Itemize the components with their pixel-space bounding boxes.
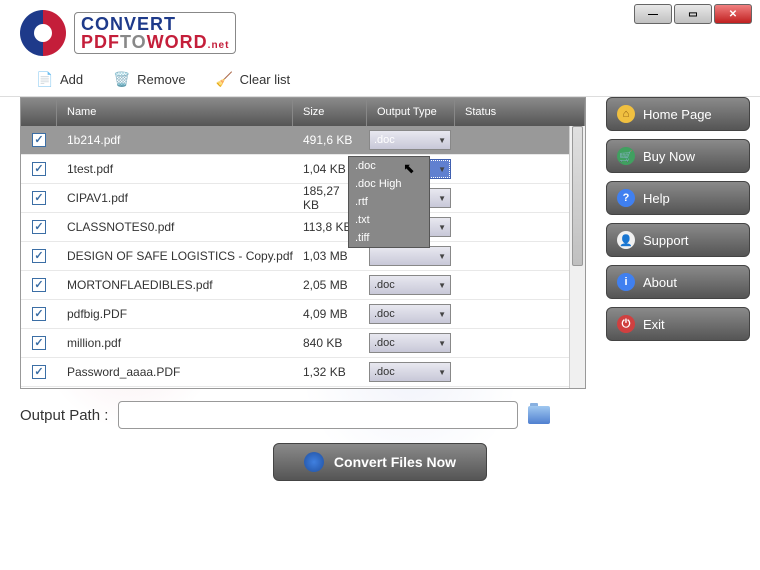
remove-label: Remove <box>137 72 185 87</box>
exit-label: Exit <box>643 317 665 332</box>
about-label: About <box>643 275 677 290</box>
row-size: 840 KB <box>293 336 367 350</box>
logo-suffix: .net <box>208 40 230 51</box>
home-label: Home Page <box>643 107 712 122</box>
header-output-type[interactable]: Output Type <box>367 98 455 126</box>
close-button[interactable]: ✕ <box>714 4 752 24</box>
minimize-button[interactable]: — <box>634 4 672 24</box>
row-name: CIPAV1.pdf <box>57 191 293 205</box>
add-label: Add <box>60 72 83 87</box>
row-checkbox[interactable] <box>32 278 46 292</box>
row-name: DESIGN OF SAFE LOGISTICS - Copy.pdf <box>57 249 293 263</box>
header-status[interactable]: Status <box>455 98 585 126</box>
table-row[interactable]: CLASSNOTES0.pdf113,8 KB <box>21 213 585 242</box>
home-icon: ⌂ <box>617 105 635 123</box>
dropdown-option[interactable]: .doc <box>349 157 429 175</box>
remove-icon: 🗑️ <box>113 70 131 88</box>
header-name[interactable]: Name <box>57 98 293 126</box>
row-checkbox[interactable] <box>32 365 46 379</box>
maximize-button[interactable]: ▭ <box>674 4 712 24</box>
logo-icon <box>20 10 66 56</box>
dropdown-option[interactable]: .txt <box>349 211 429 229</box>
file-table: Name Size Output Type Status 1b214.pdf49… <box>20 97 586 389</box>
table-row[interactable]: 1test.pdf1,04 KB.doc <box>21 155 585 184</box>
cart-icon: 🛒 <box>617 147 635 165</box>
logo-text-2c: WORD <box>147 32 208 52</box>
row-checkbox[interactable] <box>32 191 46 205</box>
exit-icon: ⏻ <box>617 315 635 333</box>
table-row[interactable]: DESIGN OF SAFE LOGISTICS - Copy.pdf1,03 … <box>21 242 585 271</box>
add-icon: 📄 <box>36 70 54 88</box>
output-path-label: Output Path : <box>20 407 108 424</box>
dropdown-option[interactable]: .rtf <box>349 193 429 211</box>
dropdown-option[interactable]: .doc High <box>349 175 429 193</box>
table-row[interactable]: MORTONFLAEDIBLES.pdf2,05 MB.doc <box>21 271 585 300</box>
logo-text-2b: TO <box>120 32 147 52</box>
row-checkbox[interactable] <box>32 220 46 234</box>
dropdown-option[interactable]: .tiff <box>349 229 429 247</box>
row-name: 1b214.pdf <box>57 133 293 147</box>
row-name: 1test.pdf <box>57 162 293 176</box>
row-name: MORTONFLAEDIBLES.pdf <box>57 278 293 292</box>
row-checkbox[interactable] <box>32 249 46 263</box>
info-icon: i <box>617 273 635 291</box>
exit-button[interactable]: ⏻ Exit <box>606 307 750 341</box>
output-type-combo[interactable] <box>369 246 451 266</box>
header-check[interactable] <box>21 98 57 126</box>
row-checkbox[interactable] <box>32 336 46 350</box>
support-icon: 👤 <box>617 231 635 249</box>
row-size: 1,32 KB <box>293 365 367 379</box>
add-button[interactable]: 📄 Add <box>36 70 83 88</box>
row-size: 4,09 MB <box>293 307 367 321</box>
row-name: CLASSNOTES0.pdf <box>57 220 293 234</box>
clear-label: Clear list <box>240 72 291 87</box>
convert-button[interactable]: Convert Files Now <box>273 443 487 481</box>
row-size: 491,6 KB <box>293 133 367 147</box>
buy-label: Buy Now <box>643 149 695 164</box>
header-size[interactable]: Size <box>293 98 367 126</box>
clear-icon: 🧹 <box>216 70 234 88</box>
about-button[interactable]: i About <box>606 265 750 299</box>
row-size: 1,03 MB <box>293 249 367 263</box>
output-type-combo[interactable]: .doc <box>369 304 451 324</box>
row-size: 2,05 MB <box>293 278 367 292</box>
home-page-button[interactable]: ⌂ Home Page <box>606 97 750 131</box>
buy-now-button[interactable]: 🛒 Buy Now <box>606 139 750 173</box>
row-name: pdfbig.PDF <box>57 307 293 321</box>
browse-folder-button[interactable] <box>528 406 550 424</box>
scrollbar-thumb[interactable] <box>572 126 583 266</box>
output-type-combo[interactable]: .doc <box>369 275 451 295</box>
convert-label: Convert Files Now <box>334 454 456 470</box>
row-name: Password_aaaa.PDF <box>57 365 293 379</box>
scrollbar[interactable] <box>569 126 585 388</box>
logo-text-2a: PDF <box>81 32 120 52</box>
output-type-combo[interactable]: .doc <box>369 333 451 353</box>
support-label: Support <box>643 233 689 248</box>
row-checkbox[interactable] <box>32 307 46 321</box>
help-label: Help <box>643 191 670 206</box>
table-row[interactable]: million.pdf840 KB.doc <box>21 329 585 358</box>
output-type-combo[interactable]: .doc <box>369 362 451 382</box>
support-button[interactable]: 👤 Support <box>606 223 750 257</box>
output-type-dropdown[interactable]: .doc.doc High.rtf.txt.tiff <box>348 156 430 248</box>
table-row[interactable]: pdfbig.PDF4,09 MB.doc <box>21 300 585 329</box>
remove-button[interactable]: 🗑️ Remove <box>113 70 185 88</box>
gear-icon <box>304 452 324 472</box>
output-type-combo[interactable]: .doc <box>369 130 451 150</box>
help-button[interactable]: ? Help <box>606 181 750 215</box>
clear-button[interactable]: 🧹 Clear list <box>216 70 291 88</box>
output-path-input[interactable] <box>118 401 518 429</box>
table-row[interactable]: 1b214.pdf491,6 KB.doc <box>21 126 585 155</box>
row-checkbox[interactable] <box>32 133 46 147</box>
help-icon: ? <box>617 189 635 207</box>
table-row[interactable]: CIPAV1.pdf185,27 KB <box>21 184 585 213</box>
table-row[interactable]: Password_aaaa.PDF1,32 KB.doc <box>21 358 585 387</box>
row-name: million.pdf <box>57 336 293 350</box>
logo-text-1: CONVERT <box>81 14 176 34</box>
row-checkbox[interactable] <box>32 162 46 176</box>
